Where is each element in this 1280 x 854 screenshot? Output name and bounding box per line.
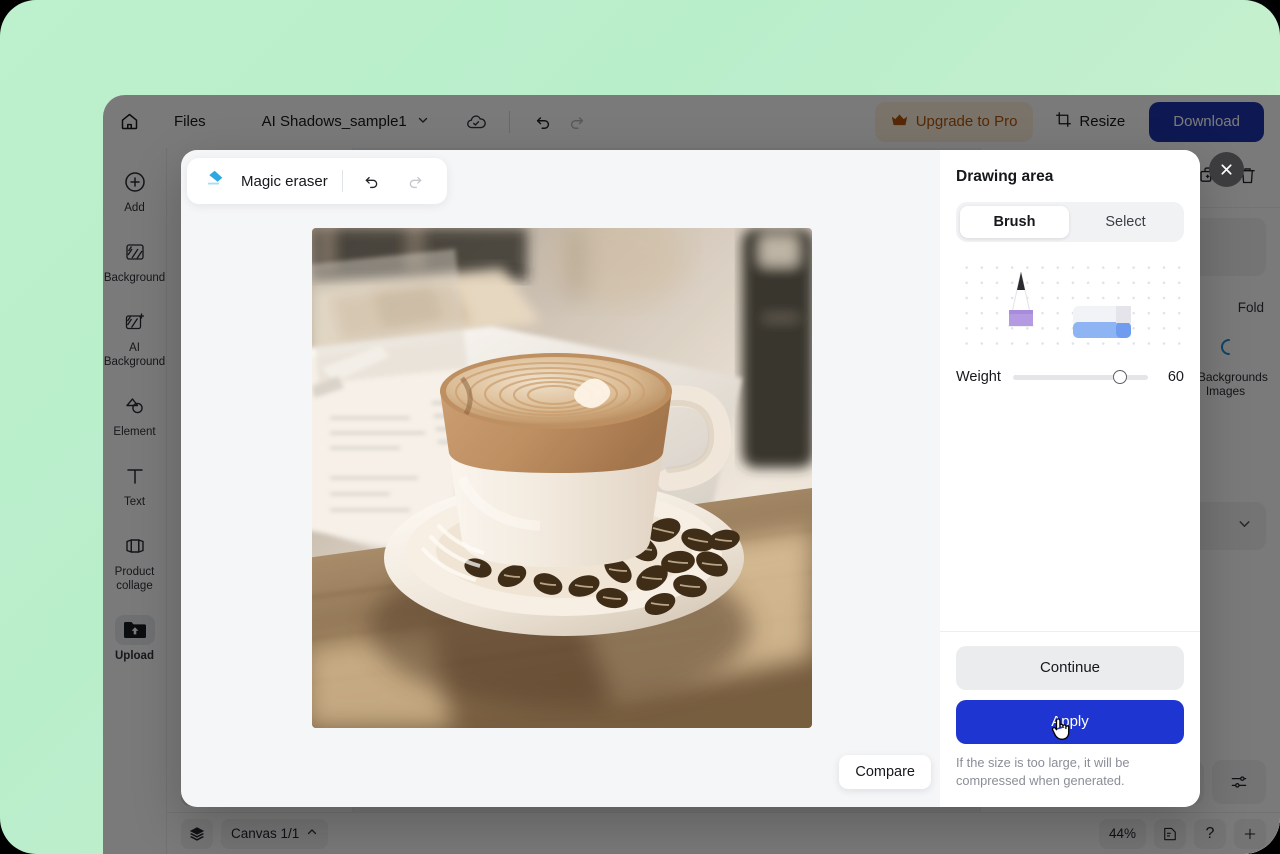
plus-circle-icon [115, 167, 155, 197]
weight-label: Weight [956, 369, 1001, 385]
rail-label-upload: Upload [115, 649, 154, 662]
compression-note: If the size is too large, it will be com… [956, 754, 1130, 789]
help-button[interactable]: ? [1194, 818, 1226, 849]
drawing-area-title: Drawing area [956, 168, 1054, 185]
modal-redo-button[interactable] [401, 166, 431, 196]
background-icon [115, 237, 155, 267]
note-edit-icon[interactable] [1154, 818, 1186, 849]
upgrade-label: Upgrade to Pro [915, 113, 1018, 130]
pill-divider [341, 170, 343, 192]
slider-track [1012, 374, 1148, 380]
redo-button[interactable] [560, 105, 594, 139]
weight-slider[interactable] [1012, 368, 1148, 386]
rail-label-ai-background: AI Background [103, 342, 166, 368]
toolbar-divider [508, 110, 510, 133]
modal-tool-pill: Magic eraser [187, 158, 447, 204]
rail-item-add[interactable]: Add [105, 158, 165, 222]
apply-button[interactable]: Apply [956, 699, 1184, 744]
canvas-label: Canvas 1/1 [231, 826, 300, 841]
editing-photo[interactable] [312, 228, 812, 728]
modal-undo-button[interactable] [357, 166, 387, 196]
weight-control: Weight 60 [956, 368, 1184, 386]
resize-label: Resize [1079, 113, 1126, 130]
compare-button[interactable]: Compare [839, 755, 931, 789]
menu-files[interactable]: Files [160, 95, 220, 148]
drawing-area-body: Drawing area Brush Select Weight 60 [940, 150, 1200, 632]
rail-label-background: Background [103, 272, 166, 285]
resize-button[interactable]: Resize [1043, 102, 1137, 142]
download-button[interactable]: Download [1149, 101, 1264, 142]
file-name-label: AI Shadows_sample1 [261, 113, 407, 130]
modal-canvas-side: Magic eraser Compare [181, 150, 940, 807]
screen-root: Files AI Shadows_sample1 Upgrade to Pro … [0, 0, 1280, 854]
zoom-level[interactable]: 44% [1098, 818, 1146, 849]
crop-icon [1055, 111, 1072, 132]
text-icon [115, 461, 155, 491]
undo-button[interactable] [526, 105, 560, 139]
eraser-icon [1073, 306, 1131, 338]
crown-icon [891, 113, 908, 131]
magic-eraser-icon [203, 168, 227, 195]
mode-brush-tab[interactable]: Brush [960, 206, 1069, 238]
upload-folder-icon [114, 614, 155, 645]
drawing-area-panel: Drawing area Brush Select Weight 60 Cont… [940, 150, 1200, 807]
slider-knob[interactable] [1112, 370, 1127, 384]
cloud-saved-icon[interactable] [459, 105, 493, 139]
mode-segmented-control: Brush Select [956, 202, 1184, 242]
modal-tool-name: Magic eraser [241, 172, 328, 190]
home-icon[interactable] [103, 95, 156, 148]
drawing-area-footer: Continue Apply If the size is too large,… [940, 632, 1200, 807]
status-right-group: 44% ? [1098, 818, 1266, 849]
rail-item-element[interactable]: Element [105, 382, 165, 446]
chevron-down-icon [1237, 516, 1252, 536]
rail-item-text[interactable]: Text [105, 452, 165, 516]
rail-label-product-collage: Product collage [114, 566, 155, 592]
top-toolbar: Files AI Shadows_sample1 Upgrade to Pro … [103, 95, 1280, 148]
rail-item-ai-background[interactable]: AI Background [104, 298, 165, 375]
coffee-photo-svg [312, 228, 812, 728]
element-shape-icon [115, 391, 155, 421]
left-tool-rail: Add Background AI Background Element Tex… [103, 148, 167, 854]
upgrade-to-pro-button[interactable]: Upgrade to Pro [874, 101, 1034, 142]
mode-select-tab[interactable]: Select [1071, 206, 1180, 238]
rail-item-background[interactable]: Background [104, 228, 165, 292]
weight-value: 60 [1167, 369, 1184, 385]
brush-preview-area[interactable] [956, 256, 1184, 346]
chevron-down-icon [417, 113, 429, 130]
bottom-status-bar: Canvas 1/1 44% ? [167, 812, 1280, 854]
rail-item-upload[interactable]: Upload [105, 606, 165, 670]
rail-label-text: Text [123, 496, 146, 509]
pencil-icon [1008, 271, 1034, 327]
rail-label-add: Add [124, 202, 145, 214]
rail-item-product-collage[interactable]: Product collage [105, 522, 165, 599]
file-name-dropdown[interactable]: AI Shadows_sample1 [248, 95, 443, 148]
layers-icon[interactable] [181, 818, 213, 849]
ai-background-icon [115, 307, 155, 337]
close-icon[interactable] [1209, 152, 1244, 187]
canvas-selector[interactable]: Canvas 1/1 [221, 818, 329, 849]
continue-button[interactable]: Continue [956, 645, 1184, 690]
plus-icon[interactable] [1234, 818, 1266, 849]
collage-icon [115, 531, 155, 561]
chevron-up-icon [306, 826, 318, 841]
ai-backgrounds-icon [1214, 335, 1238, 364]
magic-eraser-modal: Magic eraser Compare Drawing area Brush … [181, 150, 1200, 807]
sliders-icon[interactable] [1212, 760, 1266, 804]
rail-label-element: Element [113, 425, 156, 438]
